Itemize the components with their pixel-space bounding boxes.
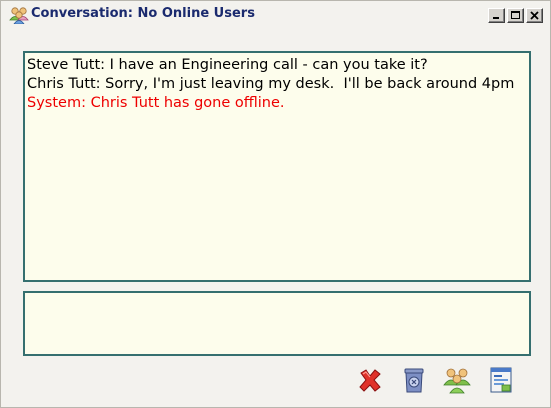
close-conversation-button[interactable] (355, 365, 385, 395)
message-line: Steve Tutt: I have an Engineering call -… (27, 57, 428, 73)
trash-bin-icon (404, 368, 424, 393)
message-compose-box[interactable] (23, 291, 531, 356)
document-log-icon (490, 367, 512, 393)
close-button[interactable] (526, 8, 543, 23)
minimize-icon (493, 17, 499, 19)
maximize-button[interactable] (507, 8, 524, 23)
users-group-icon (9, 6, 29, 25)
title-bar[interactable]: Conversation: No Online Users (1, 1, 550, 29)
users-group-icon (443, 368, 471, 394)
system-message-line: System: Chris Tutt has gone offline. (27, 95, 285, 111)
message-line: Chris Tutt: Sorry, I'm just leaving my d… (27, 76, 515, 92)
conversation-window: Conversation: No Online Users Steve Tutt… (0, 0, 551, 408)
maximize-icon (511, 11, 520, 19)
invite-users-button[interactable] (442, 365, 472, 395)
close-icon (530, 11, 539, 20)
clear-conversation-button[interactable] (399, 365, 429, 395)
minimize-button[interactable] (488, 8, 505, 23)
red-x-icon (359, 369, 381, 392)
window-title: Conversation: No Online Users (31, 6, 255, 21)
message-history[interactable]: Steve Tutt: I have an Engineering call -… (23, 51, 531, 282)
conversation-log-button[interactable] (486, 365, 516, 395)
message-input[interactable] (25, 293, 529, 354)
